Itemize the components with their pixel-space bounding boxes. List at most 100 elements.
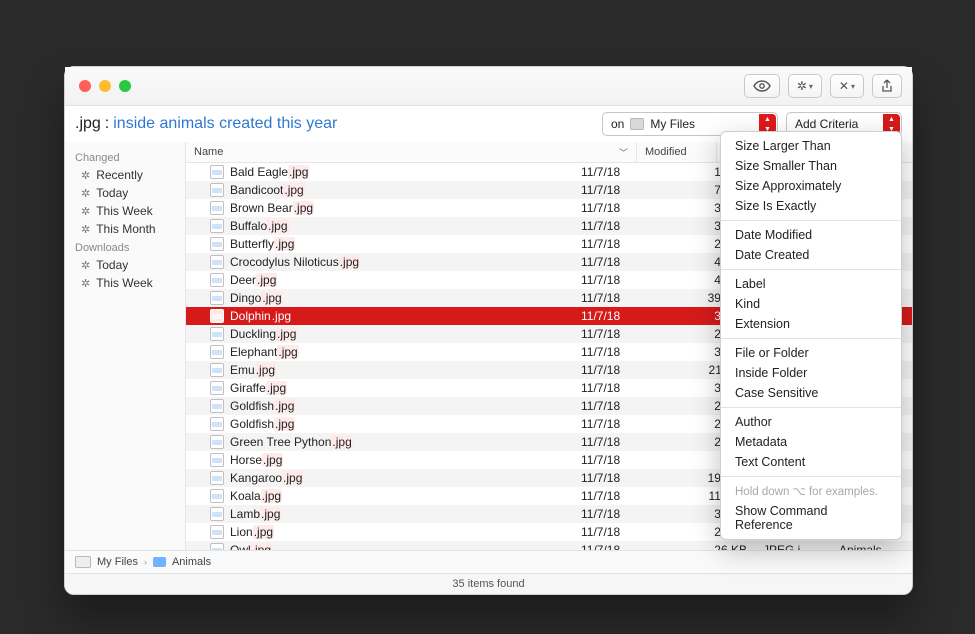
file-icon <box>210 543 224 550</box>
file-name: Bald Eagle.jpg <box>230 165 309 179</box>
menu-item[interactable]: Case Sensitive <box>721 383 901 403</box>
location-value: My Files <box>650 117 695 131</box>
gear-icon: ✲ <box>81 277 90 290</box>
cell-modified: 11/7/18 <box>573 327 669 341</box>
file-name: Deer.jpg <box>230 273 277 287</box>
menu-item[interactable]: Size Smaller Than <box>721 156 901 176</box>
file-icon <box>210 309 224 323</box>
menu-item[interactable]: Text Content <box>721 452 901 472</box>
sidebar-item[interactable]: ✲ Today <box>65 184 185 202</box>
close-button[interactable] <box>79 80 91 92</box>
drive-icon <box>75 556 91 568</box>
sidebar-item[interactable]: ✲This Week <box>65 274 185 292</box>
gear-icon: ✲ <box>81 259 90 272</box>
tools-button[interactable]: ✕▾ <box>830 74 864 98</box>
file-icon <box>210 453 224 467</box>
sidebar-item-label: Recently <box>96 168 143 182</box>
chevron-down-icon: ▾ <box>851 82 855 91</box>
titlebar: ✲▾ ✕▾ <box>65 67 912 106</box>
gear-icon: ✲ <box>81 187 90 200</box>
menu-item[interactable]: Size Larger Than <box>721 136 901 156</box>
sidebar-item-label: This Week <box>96 204 152 218</box>
menu-item[interactable]: Size Is Exactly <box>721 196 901 216</box>
file-name: Goldfish.jpg <box>230 417 295 431</box>
menu-item[interactable]: Metadata <box>721 432 901 452</box>
minimize-button[interactable] <box>99 80 111 92</box>
file-icon <box>210 525 224 539</box>
menu-item[interactable]: Kind <box>721 294 901 314</box>
file-name: Emu.jpg <box>230 363 276 377</box>
menu-item[interactable]: Extension <box>721 314 901 334</box>
menu-item[interactable]: Size Approximately <box>721 176 901 196</box>
preview-button[interactable] <box>744 74 780 98</box>
cell-modified: 11/7/18 <box>573 273 669 287</box>
table-row[interactable]: Owl.jpg11/7/1826 KBJPEG i…Animals <box>186 541 912 550</box>
status-text: 35 items found <box>452 578 524 590</box>
file-icon <box>210 345 224 359</box>
menu-item[interactable]: Label <box>721 274 901 294</box>
file-icon <box>210 273 224 287</box>
add-criteria-menu: Size Larger ThanSize Smaller ThanSize Ap… <box>720 131 902 540</box>
cell-modified: 11/7/18 <box>573 165 669 179</box>
cell-where: Animals <box>831 543 912 550</box>
sidebar-item-label: Today <box>96 258 128 272</box>
file-name: Dingo.jpg <box>230 291 283 305</box>
gear-icon: ✲ <box>81 169 90 182</box>
cell-modified: 11/7/18 <box>573 435 669 449</box>
cell-modified: 11/7/18 <box>573 489 669 503</box>
file-icon <box>210 327 224 341</box>
file-icon <box>210 363 224 377</box>
tools-icon: ✕ <box>839 79 849 93</box>
cell-size: 26 KB <box>669 543 755 550</box>
share-button[interactable] <box>872 74 902 98</box>
file-icon <box>210 183 224 197</box>
path-folder[interactable]: Animals <box>172 556 211 568</box>
path-root[interactable]: My Files <box>97 556 138 568</box>
file-name: Buffalo.jpg <box>230 219 289 233</box>
settings-button[interactable]: ✲▾ <box>788 74 822 98</box>
query-extension: .jpg <box>75 115 101 132</box>
menu-item[interactable]: Date Created <box>721 245 901 265</box>
file-icon <box>210 507 224 521</box>
menu-item[interactable]: Date Modified <box>721 225 901 245</box>
menu-item[interactable]: Show Command Reference <box>721 501 901 535</box>
cell-modified: 11/7/18 <box>573 381 669 395</box>
cell-modified: 11/7/18 <box>573 525 669 539</box>
cell-modified: 11/7/18 <box>573 417 669 431</box>
cell-modified: 11/7/18 <box>573 345 669 359</box>
column-modified[interactable]: Modified <box>637 142 717 162</box>
file-name: Green Tree Python.jpg <box>230 435 353 449</box>
file-name: Horse.jpg <box>230 453 283 467</box>
menu-item[interactable]: Inside Folder <box>721 363 901 383</box>
status-bar: 35 items found <box>65 573 912 594</box>
sort-caret-icon: ﹀ <box>619 146 628 159</box>
column-name[interactable]: Name﹀ <box>186 142 637 162</box>
sidebar-header: Downloads <box>65 238 185 256</box>
sidebar-item[interactable]: ✲ Today <box>65 256 185 274</box>
file-name: Duckling.jpg <box>230 327 297 341</box>
menu-item[interactable]: Author <box>721 412 901 432</box>
file-icon <box>210 237 224 251</box>
sidebar-item-label: Today <box>96 186 128 200</box>
folder-icon <box>153 557 166 567</box>
file-icon <box>210 399 224 413</box>
sidebar-item[interactable]: ✲ Recently <box>65 166 185 184</box>
file-icon <box>210 471 224 485</box>
location-prefix: on <box>611 117 624 131</box>
query-clause: inside animals created this year <box>113 115 337 132</box>
eye-icon <box>753 80 771 92</box>
menu-item[interactable]: File or Folder <box>721 343 901 363</box>
sidebar-item[interactable]: ✲This Month <box>65 220 185 238</box>
sidebar-header: Changed <box>65 148 185 166</box>
cell-modified: 11/7/18 <box>573 507 669 521</box>
file-name: Lion.jpg <box>230 525 274 539</box>
sidebar-item[interactable]: ✲This Week <box>65 202 185 220</box>
chevron-right-icon: › <box>144 557 147 567</box>
cell-modified: 11/7/18 <box>573 363 669 377</box>
file-name: Bandicoot.jpg <box>230 183 305 197</box>
cell-modified: 11/7/18 <box>573 453 669 467</box>
search-query[interactable]: .jpg:inside animals created this year <box>75 115 337 133</box>
zoom-button[interactable] <box>119 80 131 92</box>
add-criteria-label: Add Criteria <box>795 117 858 131</box>
file-icon <box>210 381 224 395</box>
